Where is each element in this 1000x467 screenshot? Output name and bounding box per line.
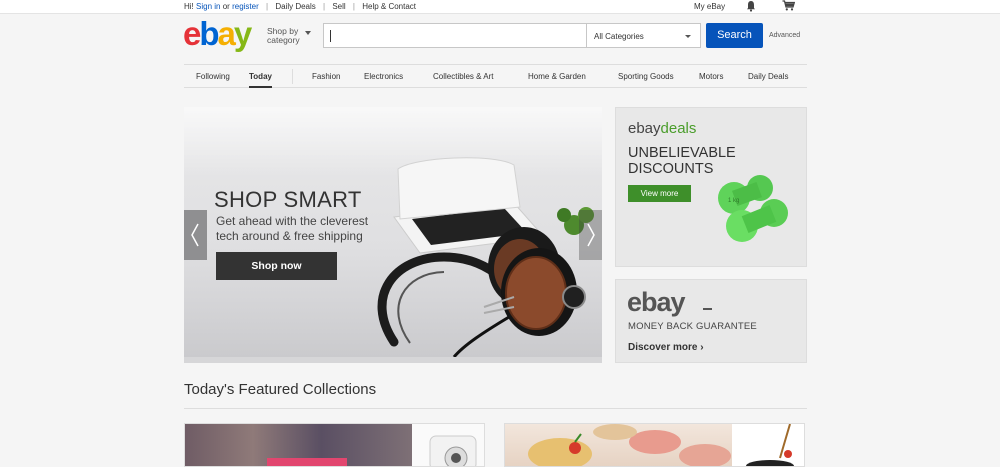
divider: | bbox=[323, 2, 326, 11]
collection-image-thumb bbox=[412, 424, 484, 466]
logo-letter-a: a bbox=[217, 15, 236, 52]
nav-item-daily-deals[interactable]: Daily Deals bbox=[748, 72, 788, 81]
collection-image-thumb bbox=[732, 424, 804, 466]
hero-subtitle: Get ahead with the cleverest tech around… bbox=[216, 214, 416, 244]
featured-collections-title: Today's Featured Collections bbox=[184, 381, 377, 398]
ebay-logo-gray: ebay bbox=[627, 287, 712, 317]
collection-image-main bbox=[505, 424, 732, 466]
logo-letter-e: e bbox=[183, 15, 201, 52]
chevron-down-icon bbox=[685, 35, 691, 38]
bell-icon[interactable] bbox=[746, 0, 756, 12]
search-button[interactable]: Search bbox=[706, 23, 763, 48]
collection-image-object bbox=[267, 458, 347, 466]
deals-logo-deals: deals bbox=[660, 120, 697, 137]
dumbbell-label: 1 kg bbox=[728, 198, 739, 204]
money-back-guarantee-ad[interactable]: ebay MONEY BACK GUARANTEE Discover more … bbox=[615, 279, 807, 363]
daily-deals-link[interactable]: Daily Deals bbox=[275, 2, 315, 11]
nav-item-electronics[interactable]: Electronics bbox=[364, 72, 403, 81]
or-text: or bbox=[222, 2, 230, 11]
logo-letter-y: y bbox=[233, 15, 252, 52]
sell-link[interactable]: Sell bbox=[332, 2, 345, 11]
ebay-deals-ad[interactable]: ebaydeals UNBELIEVABLE DISCOUNTS View mo… bbox=[615, 107, 807, 267]
category-select-value: All Categories bbox=[594, 32, 644, 41]
register-link[interactable]: register bbox=[232, 2, 259, 11]
my-ebay-link[interactable]: My eBay bbox=[694, 2, 725, 11]
ebay-logo[interactable]: ebay bbox=[183, 15, 252, 52]
category-nav: Following Today Fashion Electronics Coll… bbox=[184, 64, 807, 88]
nav-divider bbox=[292, 69, 293, 84]
nav-item-home-garden[interactable]: Home & Garden bbox=[528, 72, 586, 81]
mug-image bbox=[746, 424, 794, 466]
carousel-next-button[interactable] bbox=[579, 210, 602, 260]
chevron-down-icon bbox=[305, 31, 311, 35]
hero-subtitle-line2: tech around & free shipping bbox=[216, 229, 363, 243]
hero-title: SHOP SMART bbox=[214, 187, 362, 212]
nav-item-sporting-goods[interactable]: Sporting Goods bbox=[618, 72, 674, 81]
nav-item-fashion[interactable]: Fashion bbox=[312, 72, 340, 81]
chevron-right-icon bbox=[587, 223, 595, 247]
cookies-image bbox=[528, 424, 731, 466]
help-contact-link[interactable]: Help & Contact bbox=[362, 2, 416, 11]
divider: | bbox=[352, 2, 355, 11]
deals-logo-ebay: ebay bbox=[628, 120, 661, 137]
logo-letter-b: b bbox=[199, 15, 219, 52]
nav-item-collectibles-art[interactable]: Collectibles & Art bbox=[433, 72, 493, 81]
chevron-left-icon bbox=[191, 223, 199, 247]
shop-now-button[interactable]: Shop now bbox=[216, 252, 337, 280]
top-bar: Hi! Sign in or register | Daily Deals | … bbox=[0, 0, 1000, 14]
table-surface bbox=[184, 357, 602, 363]
nav-item-following[interactable]: Following bbox=[196, 72, 230, 81]
search-input[interactable] bbox=[323, 23, 587, 48]
nav-item-today[interactable]: Today bbox=[249, 72, 272, 88]
shop-by-category-button[interactable]: Shop by category bbox=[267, 27, 311, 45]
sign-in-link[interactable]: Sign in bbox=[196, 2, 220, 11]
greeting-text: Hi! bbox=[184, 2, 194, 11]
ebay-deals-logo: ebaydeals bbox=[628, 120, 696, 137]
category-select[interactable]: All Categories bbox=[587, 23, 701, 48]
collection-card[interactable] bbox=[504, 423, 805, 467]
hero-banner[interactable]: SHOP SMART Get ahead with the cleverest … bbox=[184, 107, 602, 363]
view-more-button[interactable]: View more bbox=[628, 185, 691, 202]
top-bar-left: Hi! Sign in or register | Daily Deals | … bbox=[184, 2, 416, 11]
divider: | bbox=[266, 2, 269, 11]
featured-divider bbox=[184, 408, 807, 409]
cart-icon[interactable] bbox=[782, 0, 795, 11]
collection-card[interactable] bbox=[184, 423, 485, 467]
discover-more-link[interactable]: Discover more › bbox=[628, 342, 704, 353]
money-back-guarantee-text: MONEY BACK GUARANTEE bbox=[628, 321, 757, 332]
instant-camera-image bbox=[429, 435, 477, 466]
shop-by-line2: category bbox=[267, 35, 300, 45]
dumbbells-image: 1 kg bbox=[718, 175, 788, 242]
deals-headline-line1: UNBELIEVABLE bbox=[628, 145, 736, 161]
carousel-prev-button[interactable] bbox=[184, 210, 207, 260]
hero-subtitle-line1: Get ahead with the cleverest bbox=[216, 214, 369, 228]
advanced-search-link[interactable]: Advanced bbox=[769, 32, 800, 39]
nav-item-motors[interactable]: Motors bbox=[699, 72, 723, 81]
